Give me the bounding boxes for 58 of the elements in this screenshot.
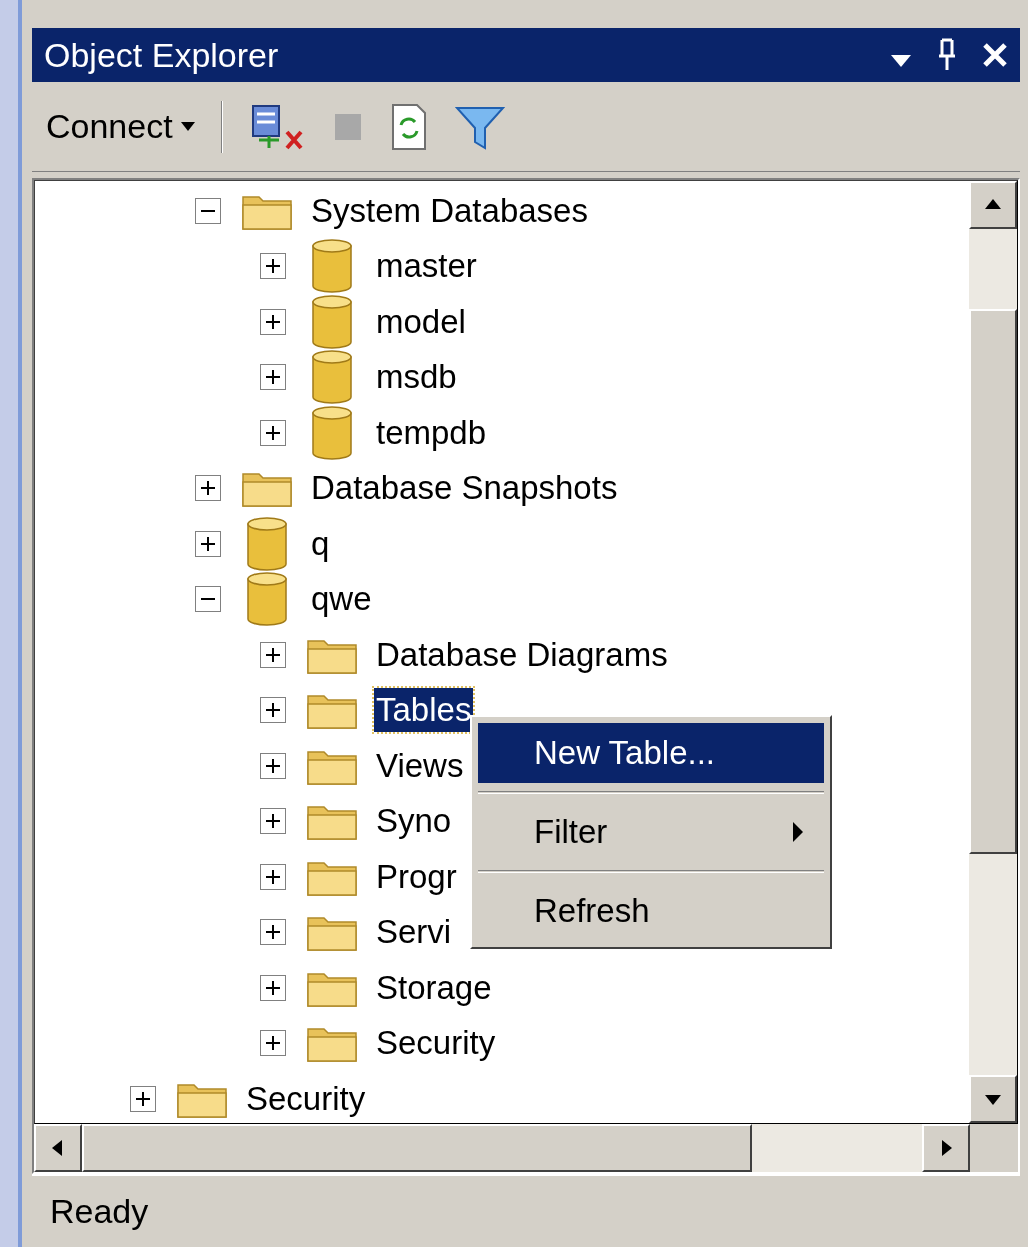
expand-toggle[interactable] bbox=[260, 308, 286, 335]
database-icon bbox=[310, 238, 354, 295]
caret-icon bbox=[180, 122, 195, 131]
expand-toggle[interactable] bbox=[260, 419, 286, 446]
expand-toggle[interactable] bbox=[260, 752, 286, 779]
collapse-toggle[interactable] bbox=[195, 586, 221, 613]
menu-item[interactable]: Refresh bbox=[478, 881, 824, 941]
tree-node-label[interactable]: Syno bbox=[374, 799, 454, 844]
close-icon[interactable] bbox=[982, 42, 1008, 68]
status-text: Ready bbox=[50, 1191, 149, 1232]
database-icon bbox=[245, 571, 289, 628]
expand-toggle[interactable] bbox=[260, 364, 286, 391]
expand-toggle[interactable] bbox=[260, 253, 286, 280]
tree-node-label[interactable]: tempdb bbox=[374, 410, 489, 455]
expand-toggle[interactable] bbox=[195, 475, 221, 502]
connect-button[interactable]: Connect bbox=[46, 101, 195, 152]
scrollbar-thumb[interactable] bbox=[82, 1124, 752, 1172]
expand-toggle[interactable] bbox=[260, 863, 286, 890]
tree-node-label[interactable]: q bbox=[309, 521, 332, 566]
scroll-up-button[interactable] bbox=[969, 181, 1017, 229]
tree-node-label[interactable]: msdb bbox=[374, 355, 459, 400]
window-title: Object Explorer bbox=[44, 34, 280, 76]
tree-node-label[interactable]: Storage bbox=[374, 965, 494, 1010]
tree-node-label[interactable]: Tables bbox=[374, 688, 474, 733]
menu-item[interactable]: Filter bbox=[478, 802, 824, 862]
menu-item[interactable]: New Table... bbox=[478, 723, 824, 783]
expand-toggle[interactable] bbox=[130, 1085, 156, 1112]
scroll-right-button[interactable] bbox=[922, 1124, 970, 1172]
tree-node-label[interactable]: Progr bbox=[374, 854, 459, 899]
database-icon bbox=[310, 349, 354, 406]
scroll-down-button[interactable] bbox=[969, 1075, 1017, 1123]
database-icon bbox=[310, 293, 354, 350]
tree-node-label[interactable]: System Databases bbox=[309, 188, 590, 233]
expand-toggle[interactable] bbox=[260, 808, 286, 835]
tree-node-label[interactable]: qwe bbox=[309, 577, 374, 622]
tree-node-label[interactable]: Database Diagrams bbox=[374, 632, 670, 677]
scrollbar-corner bbox=[970, 1124, 1018, 1172]
vertical-scrollbar[interactable] bbox=[969, 181, 1017, 1123]
dropdown-icon[interactable] bbox=[890, 54, 912, 68]
tree-node-label[interactable]: Database Snapshots bbox=[309, 466, 620, 511]
scrollbar-thumb[interactable] bbox=[969, 309, 1017, 854]
tree-node-label[interactable]: Security bbox=[374, 1021, 498, 1066]
expand-toggle[interactable] bbox=[260, 919, 286, 946]
expand-toggle[interactable] bbox=[260, 974, 286, 1001]
scroll-left-button[interactable] bbox=[34, 1124, 82, 1172]
expand-toggle[interactable] bbox=[260, 697, 286, 724]
tree-node-label[interactable]: Views bbox=[374, 743, 466, 788]
tree-node-label[interactable]: Servi bbox=[374, 910, 454, 955]
collapse-toggle[interactable] bbox=[195, 197, 221, 224]
expand-toggle[interactable] bbox=[260, 1030, 286, 1057]
tree-node-label[interactable]: model bbox=[374, 299, 468, 344]
pin-icon[interactable] bbox=[936, 38, 958, 72]
expand-toggle[interactable] bbox=[195, 530, 221, 557]
tree-node-label[interactable]: Security bbox=[244, 1076, 368, 1121]
database-icon bbox=[245, 515, 289, 572]
expand-toggle[interactable] bbox=[260, 641, 286, 668]
database-icon bbox=[310, 404, 354, 461]
tree-node-label[interactable]: master bbox=[374, 244, 479, 289]
